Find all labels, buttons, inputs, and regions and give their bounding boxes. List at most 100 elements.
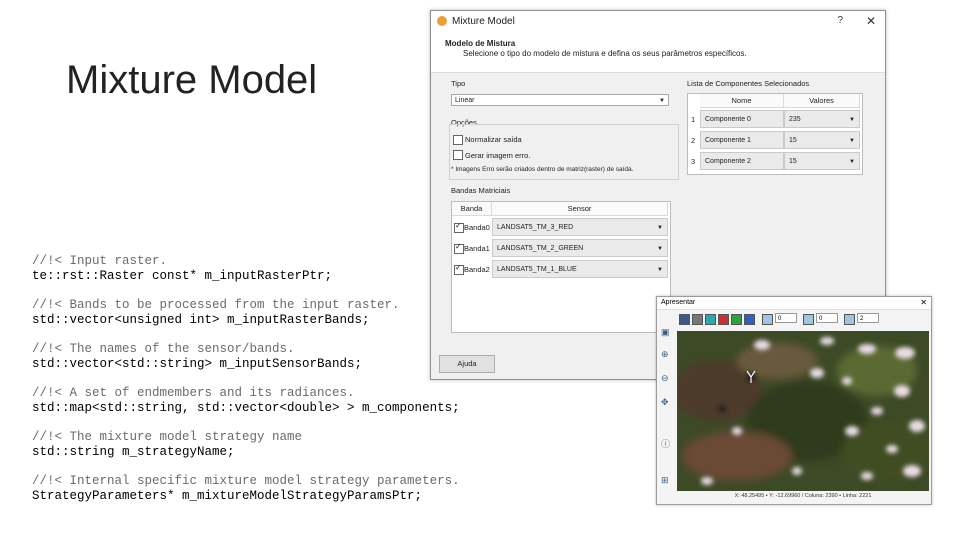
components-label: Lista de Componentes Selecionados [687, 79, 810, 88]
code-block: //!< The names of the sensor/bands. std::… [32, 342, 460, 372]
code-comment: //!< The mixture model strategy name [32, 430, 303, 444]
recompose-icon[interactable]: ⊞ [661, 475, 669, 486]
chevron-down-icon: ▼ [849, 138, 855, 144]
code-block: //!< Internal specific mixture model str… [32, 474, 460, 504]
satellite-image[interactable] [677, 331, 929, 491]
chevron-down-icon: ▼ [657, 225, 663, 231]
components-header-nome[interactable]: Nome [700, 94, 784, 108]
band-swatch-icon[interactable] [762, 314, 773, 325]
code-listing: //!< Input raster. te::rst::Raster const*… [32, 254, 460, 518]
band-icon[interactable] [679, 314, 690, 325]
table-row: ✓ Banda0 LANDSAT5_TM_3_RED ▼ [452, 218, 668, 238]
normalize-checkbox[interactable] [453, 135, 463, 145]
code-line: std::vector<std::string> m_inputSensorBa… [32, 357, 363, 371]
band-checkbox[interactable]: ✓ [454, 221, 464, 233]
info-icon[interactable]: ⓘ [661, 437, 670, 450]
dialog-header: Modelo de Mistura Selecione o tipo do mo… [431, 31, 885, 73]
sensor-value: LANDSAT5_TM_3_RED [497, 224, 574, 231]
help-button[interactable]: Ajuda [439, 355, 495, 373]
code-block: //!< The mixture model strategy name std:… [32, 430, 460, 460]
code-line: StrategyParameters* m_mixtureModelStrate… [32, 489, 423, 503]
display-title: Apresentar [657, 297, 931, 310]
band-checkbox[interactable]: ✓ [454, 263, 464, 275]
component-value: 235 [789, 116, 801, 123]
component-value-select[interactable]: 235 ▼ [784, 110, 860, 128]
chevron-down-icon: ▼ [657, 246, 663, 252]
component-name[interactable]: Componente 1 [700, 131, 784, 149]
band-select-red[interactable]: 0 [775, 313, 797, 323]
chevron-down-icon: ▼ [657, 267, 663, 273]
code-comment: //!< Input raster. [32, 254, 168, 268]
tipo-value: Linear [455, 97, 475, 104]
band-checkbox[interactable]: ✓ [454, 242, 464, 254]
chevron-down-icon: ▼ [849, 159, 855, 165]
code-comment: //!< Bands to be processed from the inpu… [32, 298, 400, 312]
error-image-checkbox[interactable] [453, 150, 463, 160]
code-line: std::vector<unsigned int> m_inputRasterB… [32, 313, 370, 327]
app-icon [437, 16, 447, 26]
code-line: std::string m_strategyName; [32, 445, 235, 459]
bands-header-banda[interactable]: Banda [452, 202, 492, 216]
bandas-label: Bandas Matriciais [451, 186, 511, 195]
normalize-label: Normalizar saída [465, 135, 522, 144]
code-block: //!< A set of endmembers and its radianc… [32, 386, 460, 416]
bands-table: Banda Sensor ✓ Banda0 LANDSAT5_TM_3_RED ▼… [451, 201, 671, 333]
component-name[interactable]: Componente 0 [700, 110, 784, 128]
row-number: 3 [691, 157, 696, 166]
component-value: 15 [789, 137, 797, 144]
bands-header-sensor[interactable]: Sensor [492, 202, 668, 216]
band-select-blue[interactable]: 2 [857, 313, 879, 323]
close-icon[interactable]: ✕ [920, 297, 927, 309]
sensor-value: LANDSAT5_TM_1_BLUE [497, 266, 577, 273]
table-row: ✓ Banda1 LANDSAT5_TM_2_GREEN ▼ [452, 239, 668, 259]
zoom-in-icon[interactable]: ⊕ [661, 349, 669, 360]
green-band-icon[interactable] [731, 314, 742, 325]
gray-band-icon[interactable] [692, 314, 703, 325]
note-text: * Imagens Erro serão criados dentro de m… [451, 166, 634, 173]
zoom-area-icon[interactable]: ▣ [661, 327, 670, 338]
table-row: 1 Componente 0 235 ▼ [688, 110, 860, 130]
chevron-down-icon: ▼ [849, 117, 855, 123]
tipo-select[interactable]: Linear ▼ [451, 94, 669, 106]
sensor-select[interactable]: LANDSAT5_TM_3_RED ▼ [492, 218, 668, 236]
band-name: Banda2 [464, 265, 490, 274]
component-value: 15 [789, 158, 797, 165]
band-select-green[interactable]: 0 [816, 313, 838, 323]
pan-icon[interactable]: ✥ [661, 397, 669, 408]
help-title-button[interactable]: ? [837, 15, 843, 26]
coordinate-readout: X: 48.25495 • Y: -12.69960 / Coluna: 239… [734, 493, 872, 499]
header-subtitle: Selecione o tipo do modelo de mistura e … [463, 49, 747, 58]
blue-band-icon[interactable] [744, 314, 755, 325]
sensor-select[interactable]: LANDSAT5_TM_1_BLUE ▼ [492, 260, 668, 278]
code-block: //!< Bands to be processed from the inpu… [32, 298, 460, 328]
cyan-band-icon[interactable] [705, 314, 716, 325]
code-comment: //!< A set of endmembers and its radianc… [32, 386, 355, 400]
code-comment: //!< Internal specific mixture model str… [32, 474, 460, 488]
component-value-select[interactable]: 15 ▼ [784, 152, 860, 170]
close-icon[interactable]: ✕ [866, 14, 876, 28]
red-band-icon[interactable] [718, 314, 729, 325]
code-line: te::rst::Raster const* m_inputRasterPtr; [32, 269, 333, 283]
band-swatch-icon[interactable] [844, 314, 855, 325]
zoom-out-icon[interactable]: ⊖ [661, 373, 669, 384]
header-title: Modelo de Mistura [445, 39, 516, 48]
code-comment: //!< The names of the sensor/bands. [32, 342, 295, 356]
chevron-down-icon: ▼ [659, 98, 665, 104]
component-value-select[interactable]: 15 ▼ [784, 131, 860, 149]
row-number: 2 [691, 136, 696, 145]
dialog-title: Mixture Model [452, 15, 515, 27]
components-table: Nome Valores 1 Componente 0 235 ▼ 2 Compo… [687, 93, 863, 175]
component-name[interactable]: Componente 2 [700, 152, 784, 170]
band-swatch-icon[interactable] [803, 314, 814, 325]
code-line: std::map<std::string, std::vector<double… [32, 401, 460, 415]
band-name: Banda1 [464, 244, 490, 253]
code-block: //!< Input raster. te::rst::Raster const*… [32, 254, 460, 284]
sensor-value: LANDSAT5_TM_2_GREEN [497, 245, 584, 252]
tipo-label: Tipo [451, 79, 466, 88]
sensor-select[interactable]: LANDSAT5_TM_2_GREEN ▼ [492, 239, 668, 257]
row-number: 1 [691, 115, 696, 124]
error-image-label: Gerar imagem erro. [465, 151, 531, 160]
components-header-valores[interactable]: Valores [784, 94, 860, 108]
display-window: Apresentar ✕ 0 0 2 ▣ ⊕ ⊖ ✥ ⓘ ⊞ X: 48.254… [656, 296, 932, 505]
table-row: 3 Componente 2 15 ▼ [688, 152, 860, 172]
